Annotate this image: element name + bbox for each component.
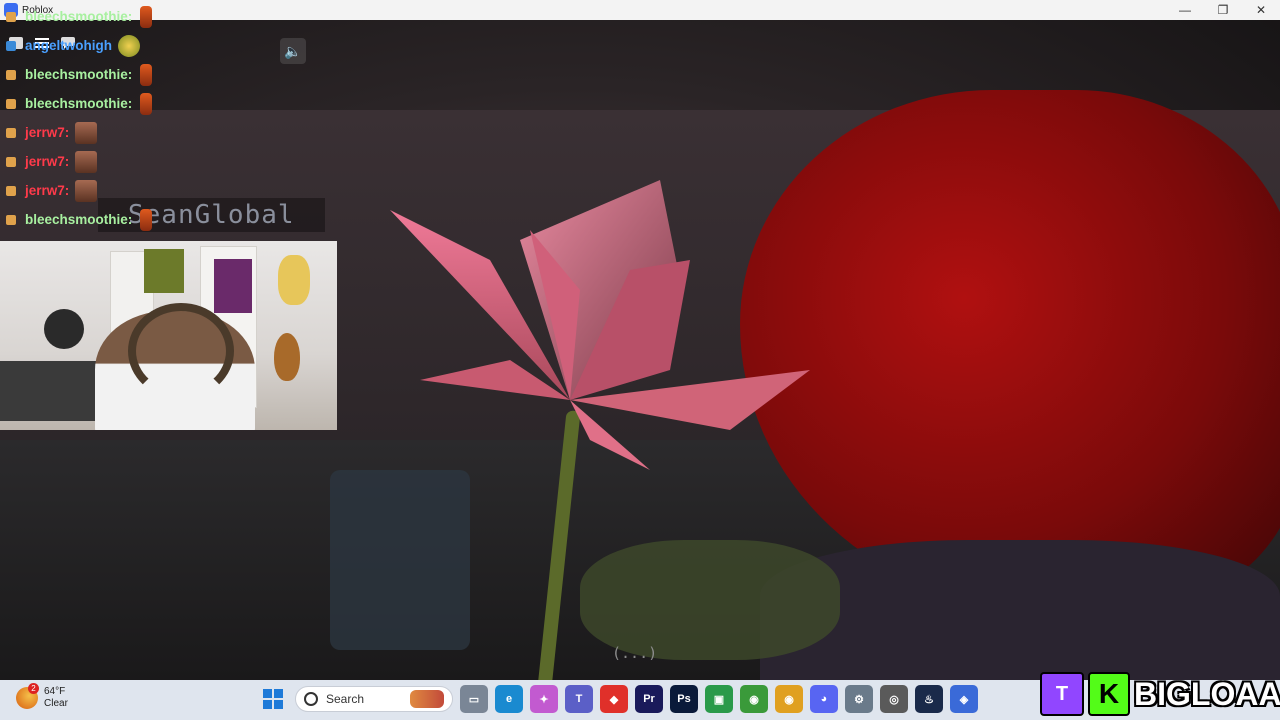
smoothie-emote-icon (140, 92, 153, 115)
chat-message: jerrw7: (6, 176, 152, 205)
windows-logo-icon (263, 689, 283, 709)
discord-icon[interactable]: ◕ (810, 685, 838, 713)
premiere-icon[interactable]: Pr (635, 685, 663, 713)
chat-message: bleechsmoothie: (6, 205, 153, 234)
chrome-badge-icon[interactable]: ◉ (740, 685, 768, 713)
green-leaf (580, 540, 840, 660)
subscriber-badge-icon (6, 69, 16, 80)
maximize-button[interactable]: ❐ (1204, 0, 1242, 20)
subscriber-badge-icon (6, 11, 16, 22)
guitar (274, 333, 300, 381)
smoothie-emote-icon (140, 5, 153, 28)
chat-username: bleechsmoothie: (25, 67, 133, 82)
webcam-feed (0, 241, 337, 430)
poster (144, 249, 184, 293)
roblox-icon[interactable]: ◈ (950, 685, 978, 713)
streamer-name: BIGLOAAF (1134, 675, 1280, 712)
weather-condition: Clear (44, 698, 68, 709)
face-emote-icon (75, 179, 98, 202)
photoshop-icon[interactable]: Ps (670, 685, 698, 713)
fan (44, 309, 84, 349)
subscriber-badge-icon (6, 156, 16, 167)
steam-icon[interactable]: ♨ (915, 685, 943, 713)
weather-text: 64°F Clear (44, 686, 68, 710)
chat-username: jerrw7: (25, 183, 70, 198)
search-icon (304, 692, 318, 706)
chat-username: bleechsmoothie: (25, 96, 133, 111)
chat-message: angeltwohigh (6, 31, 152, 60)
face-emote-icon (75, 150, 98, 173)
chrome-icon[interactable]: ◉ (775, 685, 803, 713)
smoothie-emote-icon (140, 63, 153, 86)
chat-message: bleechsmoothie: (6, 89, 153, 118)
search-highlight-icon (410, 690, 444, 708)
chat-username: bleechsmoothie: (25, 212, 133, 227)
subscriber-badge-icon (6, 185, 16, 196)
redapp-icon[interactable]: ◆ (600, 685, 628, 713)
subscriber-badge-icon (6, 98, 16, 109)
search-label: Search (326, 692, 365, 706)
settings-icon[interactable]: ⚙ (845, 685, 873, 713)
smoothie-emote-icon (140, 208, 153, 231)
gold-emote-icon (118, 34, 140, 57)
weather-temp: 64°F (44, 686, 66, 697)
recorder-icon[interactable]: ◎ (880, 685, 908, 713)
typing-indicator: (...) (612, 644, 658, 662)
subscriber-badge-icon (6, 127, 16, 138)
kick-icon: K (1088, 672, 1130, 716)
desk (0, 361, 100, 421)
speaker-icon[interactable]: 🔈 (280, 38, 306, 64)
minimize-button[interactable]: — (1166, 0, 1204, 20)
edge-icon[interactable]: e (495, 685, 523, 713)
streamer-hair (128, 303, 234, 399)
chat-username: jerrw7: (25, 125, 70, 140)
copilot-icon[interactable]: ✦ (530, 685, 558, 713)
taskbar-apps: Search ▭ e ✦ T ◆ Pr Ps ▣ ◉ ◉ ◕ ⚙ ◎ ♨ ◈ (258, 684, 978, 714)
lotus-flower (390, 180, 810, 470)
twitch-icon: T (1040, 672, 1084, 716)
chat-message: jerrw7: (6, 118, 152, 147)
face-emote-icon (75, 121, 98, 144)
weather-icon: 2 (16, 683, 39, 709)
chat-message: bleechsmoothie: (6, 60, 153, 89)
notification-badge: 2 (28, 683, 39, 694)
close-button[interactable]: ✕ (1242, 0, 1280, 20)
subscriber-badge-icon (6, 214, 16, 225)
chat-message: jerrw7: (6, 147, 152, 176)
plush-toy (278, 255, 310, 305)
file-explorer-icon[interactable]: ▭ (460, 685, 488, 713)
start-button[interactable] (258, 684, 288, 714)
chat-username: bleechsmoothie: (25, 9, 133, 24)
window-titlebar: Roblox — ❐ ✕ (0, 0, 1280, 20)
stream-chat: bleechsmoothie: angeltwohigh bleechsmoot… (6, 2, 153, 234)
subscriber-badge-icon (6, 40, 16, 51)
window-controls: — ❐ ✕ (1166, 0, 1280, 20)
poster (214, 259, 252, 313)
chat-username: jerrw7: (25, 154, 70, 169)
taskbar-search[interactable]: Search (295, 686, 453, 712)
teams-icon[interactable]: T (565, 685, 593, 713)
streamer-brand: T K BIGLOAAF (1040, 668, 1280, 720)
pinned-apps: ▭ e ✦ T ◆ Pr Ps ▣ ◉ ◉ ◕ ⚙ ◎ ♨ ◈ (460, 685, 978, 713)
chat-message: bleechsmoothie: (6, 2, 153, 31)
chat-username: angeltwohigh (25, 38, 112, 53)
chat-app-icon[interactable]: ▣ (705, 685, 733, 713)
weather-widget[interactable]: 2 64°F Clear (16, 683, 68, 710)
